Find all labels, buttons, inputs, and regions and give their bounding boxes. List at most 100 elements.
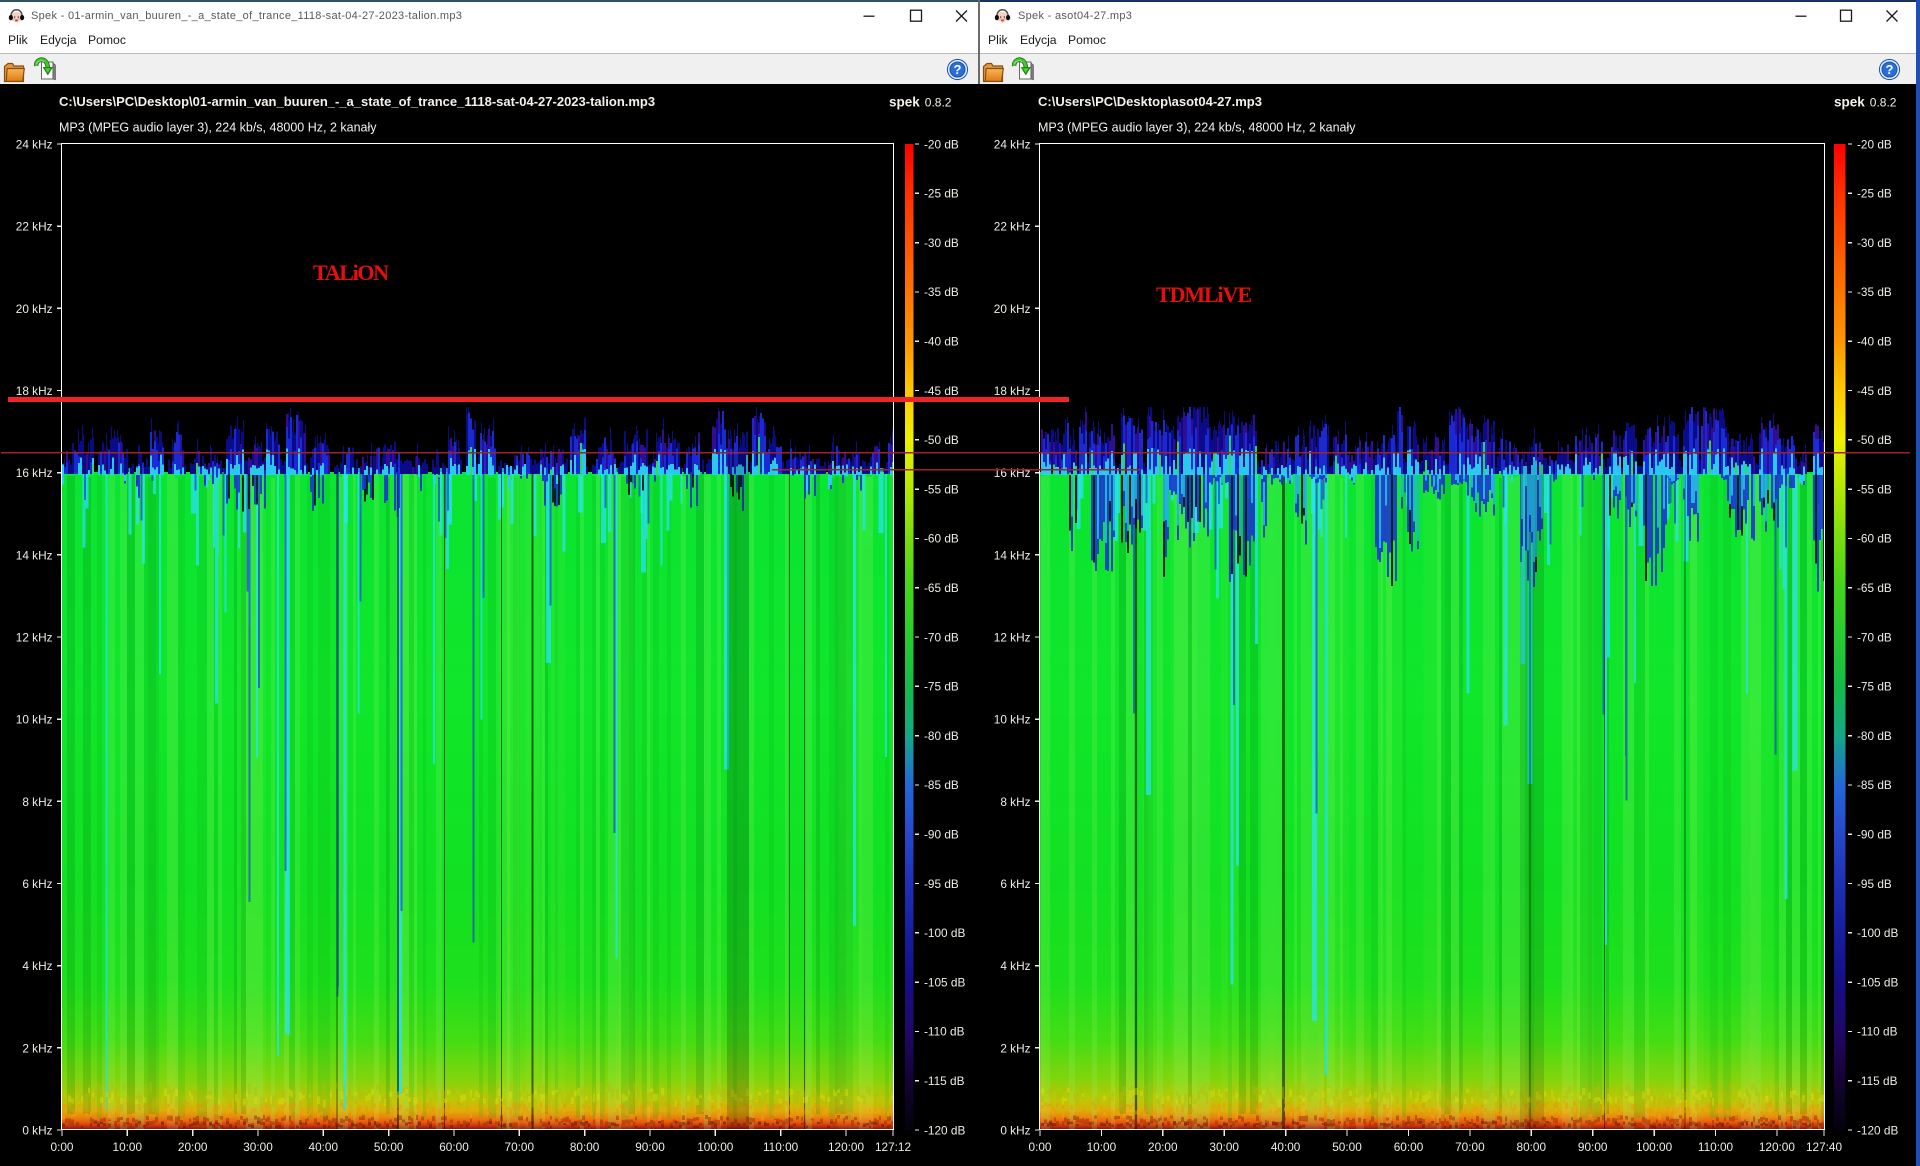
svg-text:-85 dB: -85 dB bbox=[924, 778, 959, 792]
svg-text:-75 dB: -75 dB bbox=[924, 680, 959, 694]
svg-text:12 kHz: 12 kHz bbox=[994, 631, 1031, 645]
svg-text:0 kHz: 0 kHz bbox=[22, 1124, 52, 1138]
svg-text:2 kHz: 2 kHz bbox=[22, 1041, 52, 1055]
svg-text:-40 dB: -40 dB bbox=[1857, 335, 1892, 349]
svg-text:?: ? bbox=[1886, 62, 1894, 77]
svg-text:-20 dB: -20 dB bbox=[924, 137, 959, 151]
svg-text:60:00: 60:00 bbox=[439, 1140, 469, 1154]
svg-text:24 kHz: 24 kHz bbox=[994, 138, 1031, 152]
svg-text:0:00: 0:00 bbox=[1029, 1140, 1052, 1154]
svg-text:-50 dB: -50 dB bbox=[924, 433, 959, 447]
svg-text:90:00: 90:00 bbox=[635, 1140, 665, 1154]
svg-text:TDMLiVE: TDMLiVE bbox=[1156, 282, 1252, 307]
svg-text:-120 dB: -120 dB bbox=[1857, 1123, 1898, 1137]
svg-text:-60 dB: -60 dB bbox=[1857, 532, 1892, 546]
svg-text:-30 dB: -30 dB bbox=[1857, 236, 1892, 250]
svg-text:-25 dB: -25 dB bbox=[924, 187, 959, 201]
svg-text:8 kHz: 8 kHz bbox=[22, 795, 52, 809]
svg-text:-105 dB: -105 dB bbox=[1857, 975, 1898, 989]
svg-text:120:00: 120:00 bbox=[828, 1140, 865, 1154]
svg-text:30:00: 30:00 bbox=[243, 1140, 273, 1154]
svg-text:14 kHz: 14 kHz bbox=[16, 548, 53, 562]
svg-text:C:\Users\PC\Desktop\01-armin_v: C:\Users\PC\Desktop\01-armin_van_buuren_… bbox=[59, 94, 655, 109]
svg-text:20:00: 20:00 bbox=[178, 1140, 208, 1154]
svg-text:6 kHz: 6 kHz bbox=[22, 877, 52, 891]
svg-text:6 kHz: 6 kHz bbox=[1000, 877, 1030, 891]
svg-text:-105 dB: -105 dB bbox=[924, 975, 965, 989]
svg-text:-70 dB: -70 dB bbox=[1857, 630, 1892, 644]
svg-text:40:00: 40:00 bbox=[1271, 1140, 1301, 1154]
svg-text:70:00: 70:00 bbox=[1455, 1140, 1485, 1154]
svg-text:-95 dB: -95 dB bbox=[1857, 877, 1892, 891]
svg-text:16 kHz: 16 kHz bbox=[16, 466, 53, 480]
svg-text:70:00: 70:00 bbox=[505, 1140, 535, 1154]
svg-text:-115 dB: -115 dB bbox=[1857, 1074, 1898, 1088]
svg-text:-55 dB: -55 dB bbox=[1857, 482, 1892, 496]
svg-text:100:00: 100:00 bbox=[1636, 1140, 1673, 1154]
svg-text:22 kHz: 22 kHz bbox=[994, 220, 1031, 234]
svg-text:14 kHz: 14 kHz bbox=[994, 548, 1031, 562]
svg-text:20:00: 20:00 bbox=[1148, 1140, 1178, 1154]
svg-text:50:00: 50:00 bbox=[1332, 1140, 1362, 1154]
svg-text:C:\Users\PC\Desktop\asot04-27.: C:\Users\PC\Desktop\asot04-27.mp3 bbox=[1038, 94, 1262, 109]
svg-text:-75 dB: -75 dB bbox=[1857, 680, 1892, 694]
svg-text:-110 dB: -110 dB bbox=[924, 1025, 965, 1039]
svg-text:10 kHz: 10 kHz bbox=[994, 713, 1031, 727]
svg-text:4 kHz: 4 kHz bbox=[1000, 959, 1030, 973]
svg-text:-55 dB: -55 dB bbox=[924, 482, 959, 496]
svg-text:10 kHz: 10 kHz bbox=[16, 713, 53, 727]
svg-text:-60 dB: -60 dB bbox=[924, 532, 959, 546]
svg-text:20 kHz: 20 kHz bbox=[994, 302, 1031, 316]
svg-text:0 kHz: 0 kHz bbox=[1000, 1124, 1030, 1138]
svg-text:TALiON: TALiON bbox=[313, 260, 389, 285]
svg-text:-115 dB: -115 dB bbox=[924, 1074, 965, 1088]
svg-text:MP3 (MPEG audio layer 3), 224: MP3 (MPEG audio layer 3), 224 kb/s, 4800… bbox=[59, 121, 377, 135]
svg-text:-110 dB: -110 dB bbox=[1857, 1025, 1898, 1039]
svg-text:127:40: 127:40 bbox=[1806, 1140, 1843, 1154]
svg-text:0:00: 0:00 bbox=[51, 1140, 74, 1154]
svg-text:-30 dB: -30 dB bbox=[924, 236, 959, 250]
svg-text:-65 dB: -65 dB bbox=[924, 581, 959, 595]
svg-text:24 kHz: 24 kHz bbox=[16, 138, 53, 152]
svg-text:-20 dB: -20 dB bbox=[1857, 137, 1892, 151]
svg-text:-35 dB: -35 dB bbox=[924, 285, 959, 299]
svg-text:-25 dB: -25 dB bbox=[1857, 187, 1892, 201]
svg-text:4 kHz: 4 kHz bbox=[22, 959, 52, 973]
svg-text:-50 dB: -50 dB bbox=[1857, 433, 1892, 447]
svg-text:-85 dB: -85 dB bbox=[1857, 778, 1892, 792]
svg-text:22 kHz: 22 kHz bbox=[16, 220, 53, 234]
svg-text:127:12: 127:12 bbox=[875, 1140, 911, 1154]
svg-text:-40 dB: -40 dB bbox=[924, 335, 959, 349]
svg-text:-95 dB: -95 dB bbox=[924, 877, 959, 891]
svg-text:110:00: 110:00 bbox=[1698, 1140, 1734, 1154]
svg-text:-45 dB: -45 dB bbox=[924, 384, 959, 398]
svg-text:40:00: 40:00 bbox=[309, 1140, 339, 1154]
svg-text:18 kHz: 18 kHz bbox=[994, 384, 1031, 398]
svg-text:-100 dB: -100 dB bbox=[1857, 926, 1898, 940]
svg-text:-90 dB: -90 dB bbox=[1857, 828, 1892, 842]
svg-text:18 kHz: 18 kHz bbox=[16, 384, 53, 398]
svg-text:-80 dB: -80 dB bbox=[924, 729, 959, 743]
svg-text:16 kHz: 16 kHz bbox=[994, 466, 1031, 480]
svg-text:12 kHz: 12 kHz bbox=[16, 631, 53, 645]
svg-text:60:00: 60:00 bbox=[1394, 1140, 1424, 1154]
svg-text:-65 dB: -65 dB bbox=[1857, 581, 1892, 595]
svg-text:-90 dB: -90 dB bbox=[924, 828, 959, 842]
svg-text:10:00: 10:00 bbox=[1087, 1140, 1117, 1154]
svg-text:10:00: 10:00 bbox=[113, 1140, 143, 1154]
svg-text:120:00: 120:00 bbox=[1759, 1140, 1796, 1154]
svg-text:8 kHz: 8 kHz bbox=[1000, 795, 1030, 809]
svg-text:20 kHz: 20 kHz bbox=[16, 302, 53, 316]
svg-text:80:00: 80:00 bbox=[1517, 1140, 1547, 1154]
svg-text:-45 dB: -45 dB bbox=[1857, 384, 1892, 398]
svg-text:-70 dB: -70 dB bbox=[924, 630, 959, 644]
svg-text:90:00: 90:00 bbox=[1578, 1140, 1608, 1154]
svg-text:-80 dB: -80 dB bbox=[1857, 729, 1892, 743]
svg-text:110:00: 110:00 bbox=[763, 1140, 799, 1154]
svg-text:-35 dB: -35 dB bbox=[1857, 285, 1892, 299]
svg-text:80:00: 80:00 bbox=[570, 1140, 600, 1154]
svg-text:?: ? bbox=[954, 62, 962, 77]
svg-text:100:00: 100:00 bbox=[697, 1140, 734, 1154]
svg-text:30:00: 30:00 bbox=[1209, 1140, 1239, 1154]
svg-text:-100 dB: -100 dB bbox=[924, 926, 965, 940]
